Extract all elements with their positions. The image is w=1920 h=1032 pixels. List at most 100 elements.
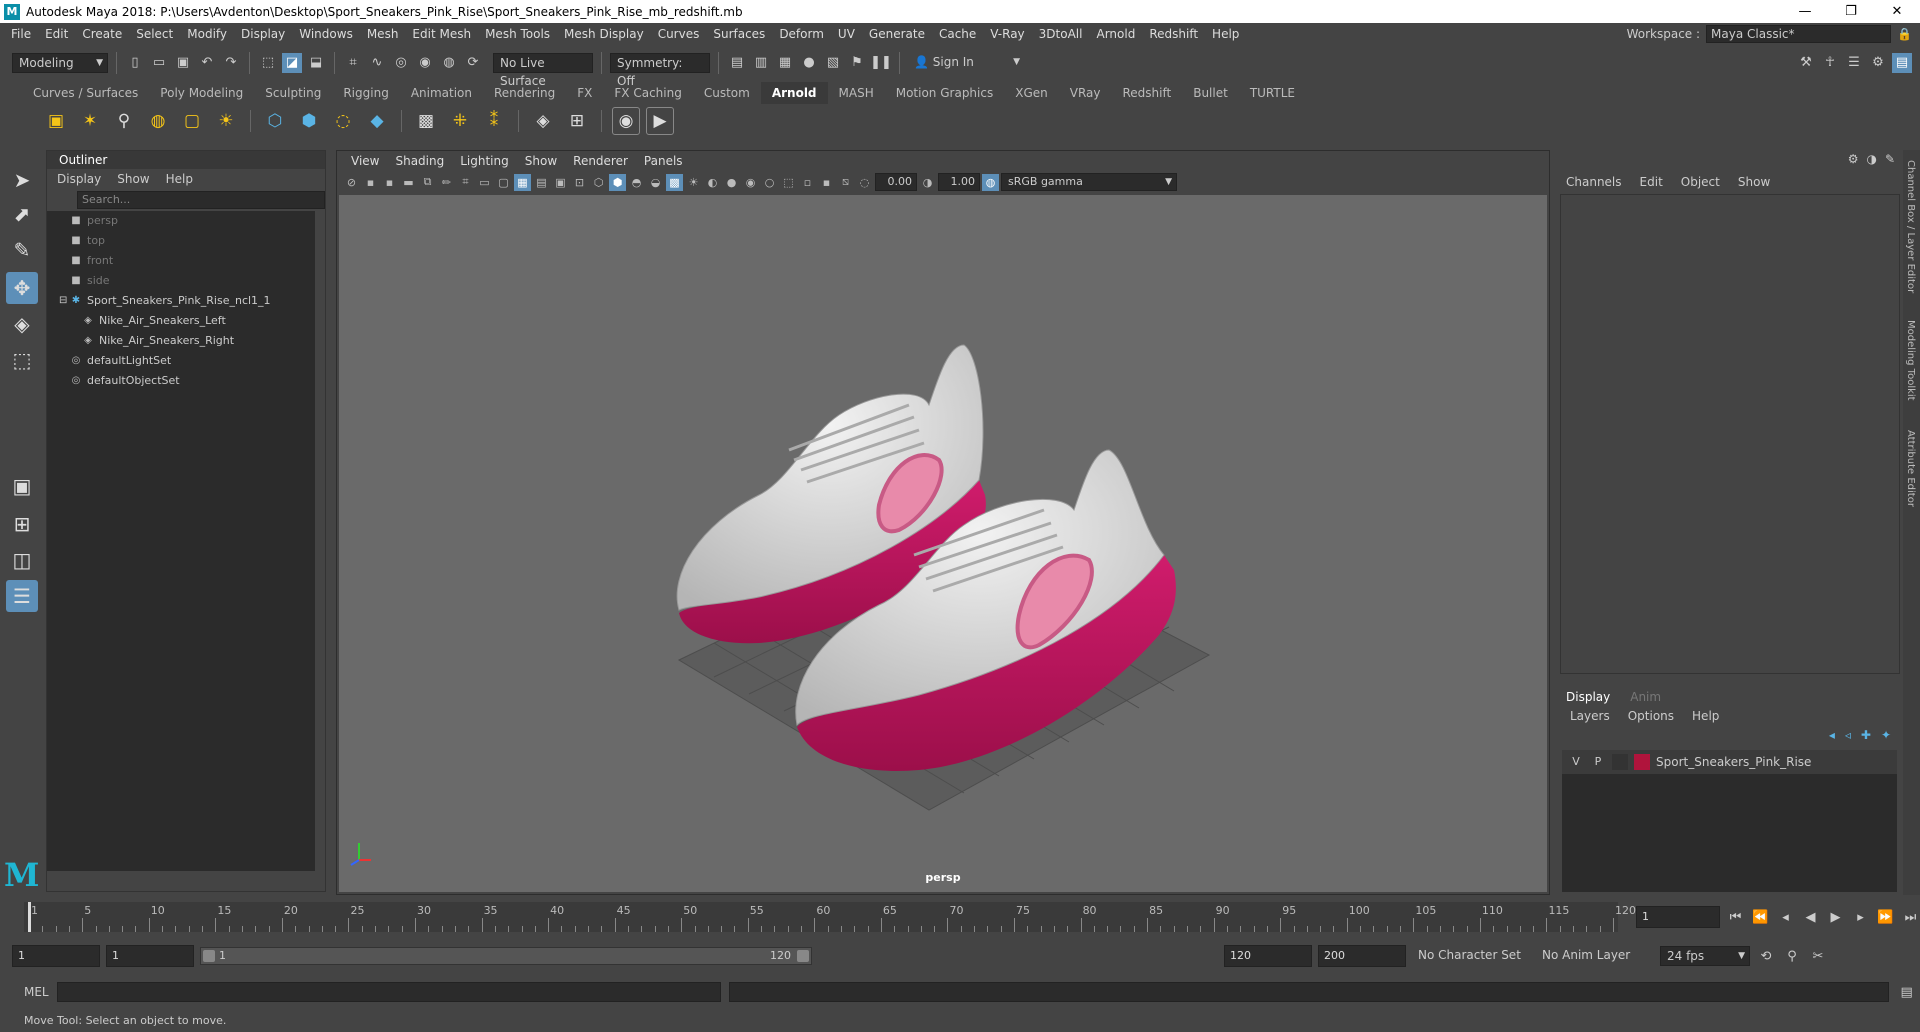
character-controls-icon[interactable]: ☥	[1820, 53, 1840, 73]
shelf-tab-sculpting[interactable]: Sculpting	[254, 82, 332, 104]
channel-box-menu-channels[interactable]: Channels	[1566, 175, 1622, 189]
single-view-icon[interactable]: ▣	[6, 470, 38, 502]
color-space-dropdown[interactable]: sRGB gamma ▼	[1001, 173, 1177, 191]
menu-mesh-display[interactable]: Mesh Display	[557, 27, 651, 41]
tool-settings-icon[interactable]: ⚙	[1868, 53, 1888, 73]
menu-surfaces[interactable]: Surfaces	[706, 27, 772, 41]
four-view-icon[interactable]: ⊞	[6, 508, 38, 540]
grid-icon[interactable]: ⌗	[457, 174, 474, 191]
shelf-tab-motion-graphics[interactable]: Motion Graphics	[885, 82, 1005, 104]
menu-create[interactable]: Create	[75, 27, 129, 41]
layer-row[interactable]: V P Sport_Sneakers_Pink_Rise	[1562, 750, 1897, 774]
exposure-field[interactable]: 0.00	[875, 173, 917, 191]
lock-icon[interactable]: 🔒	[1897, 27, 1912, 41]
area-light-icon[interactable]: ▣	[42, 107, 70, 135]
gamma-field[interactable]: 1.00	[938, 173, 980, 191]
playback-end-field[interactable]: 120	[1224, 945, 1312, 967]
viewport-menu-shading[interactable]: Shading	[387, 154, 452, 168]
live-surface-field[interactable]: No Live Surface	[493, 52, 593, 88]
time-slider[interactable]: 1 5 10 15 20 25 30 35 40 45 50 55 60 65 70 75 80 85 90 95 10…	[12, 900, 1636, 934]
menu-mesh-tools[interactable]: Mesh Tools	[478, 27, 557, 41]
shelf-tab-rigging[interactable]: Rigging	[332, 82, 399, 104]
scale-tool-icon[interactable]: ⬚	[6, 344, 38, 376]
sidebar-tab-channel-box[interactable]: Channel Box / Layer Editor	[1905, 160, 1916, 293]
outliner-item[interactable]: ◎ defaultLightSet	[47, 351, 315, 371]
layer-menu-help[interactable]: Help	[1692, 709, 1719, 723]
script-editor-icon[interactable]: ▤	[1897, 982, 1917, 1002]
modeling-toolkit-icon[interactable]: ⚒	[1796, 53, 1816, 73]
two-view-icon[interactable]: ◫	[6, 544, 38, 576]
select-object-icon[interactable]: ◪	[282, 52, 302, 73]
layer-menu-options[interactable]: Options	[1628, 709, 1674, 723]
ipr-render-icon[interactable]: ▥	[751, 53, 771, 73]
image-plane-icon[interactable]: ▬	[400, 174, 417, 191]
shelf-tab-animation[interactable]: Animation	[400, 82, 483, 104]
snap-point-icon[interactable]: ◎	[391, 53, 411, 73]
arnold-render-icon[interactable]: ▶	[646, 107, 674, 135]
color-management-icon[interactable]: ◍	[982, 173, 999, 191]
outliner-item[interactable]: ◎ defaultObjectSet	[47, 371, 315, 391]
paint-select-icon[interactable]: ✎	[6, 234, 38, 266]
sign-in-button[interactable]: 👤 Sign In ▼	[908, 53, 1024, 73]
viewport-menu-lighting[interactable]: Lighting	[452, 154, 517, 168]
shelf-tab-arnold[interactable]: Arnold	[760, 82, 828, 104]
snap-pivot-icon[interactable]: ⟳	[463, 53, 483, 73]
viewport-canvas[interactable]: persp	[339, 195, 1547, 892]
maximize-button[interactable]: ❐	[1828, 4, 1874, 19]
flush-lights-icon[interactable]: ⁜	[446, 107, 474, 135]
2d-pan-zoom-icon[interactable]: ⧉	[419, 174, 436, 191]
bookmarks-icon[interactable]: ▪	[381, 174, 398, 191]
layer-menu-layers[interactable]: Layers	[1570, 709, 1610, 723]
camera-attributes-icon[interactable]: ▪	[362, 174, 379, 191]
shelf-tab-mash[interactable]: MASH	[828, 82, 885, 104]
play-backwards-icon[interactable]: ◀	[1801, 907, 1820, 927]
menu-help[interactable]: Help	[1205, 27, 1246, 41]
snap-curve-icon[interactable]: ∿	[367, 53, 387, 73]
menu-arnold[interactable]: Arnold	[1089, 27, 1142, 41]
tx-manager-icon[interactable]: ◈	[529, 107, 557, 135]
license-manager-icon[interactable]: ⊞	[563, 107, 591, 135]
physical-sky-icon[interactable]: ☀	[212, 107, 240, 135]
xray-joints-icon[interactable]: ▪	[818, 174, 835, 191]
outliner-item[interactable]: ■ front	[47, 251, 315, 271]
textured-icon[interactable]: ▩	[666, 173, 683, 191]
menu-set-dropdown[interactable]: Modeling ▼	[12, 52, 108, 73]
menu-mesh[interactable]: Mesh	[360, 27, 406, 41]
xray-icon[interactable]: ▫	[799, 174, 816, 191]
outliner-layout-icon[interactable]: ☰	[6, 580, 38, 612]
render-icon[interactable]: ▤	[727, 53, 747, 73]
render-settings-icon[interactable]: ▦	[775, 53, 795, 73]
channel-box-icon[interactable]: ▤	[1892, 52, 1912, 73]
arnold-render-view-icon[interactable]: ◉	[612, 107, 640, 135]
safe-title-icon[interactable]: ⊡	[571, 174, 588, 191]
preferences-icon[interactable]: ✂	[1808, 946, 1828, 966]
gamma-icon[interactable]: ◑	[919, 174, 936, 191]
safe-action-icon[interactable]: ▣	[552, 174, 569, 191]
range-start-handle[interactable]	[203, 950, 215, 962]
go-to-end-icon[interactable]: ⏭	[1901, 907, 1920, 927]
curve-collector-icon[interactable]: ◌	[329, 107, 357, 135]
resolution-gate-icon[interactable]: ▢	[495, 174, 512, 191]
menu-select[interactable]: Select	[129, 27, 180, 41]
render-view-icon[interactable]: ▧	[823, 53, 843, 73]
shelf-tab-custom[interactable]: Custom	[693, 82, 761, 104]
select-tool-icon[interactable]: ➤	[6, 164, 38, 196]
undo-icon[interactable]: ↶	[197, 53, 217, 73]
channel-box-menu-edit[interactable]: Edit	[1640, 175, 1663, 189]
flush-textures-icon[interactable]: ▩	[412, 107, 440, 135]
character-set-dropdown[interactable]: No Character Set	[1412, 946, 1530, 966]
command-language-label[interactable]: MEL	[24, 985, 49, 999]
playback-start-field[interactable]: 1	[106, 945, 194, 967]
auto-key-icon[interactable]: ⚲	[1782, 946, 1802, 966]
shelf-tab-xgen[interactable]: XGen	[1004, 82, 1059, 104]
step-back-frame-icon[interactable]: ◂	[1776, 907, 1795, 927]
range-slider[interactable]: 1 120	[200, 947, 812, 965]
select-hierarchy-icon[interactable]: ⬚	[258, 53, 278, 73]
viewport-menu-panels[interactable]: Panels	[636, 154, 691, 168]
shelf-tab-poly-modeling[interactable]: Poly Modeling	[149, 82, 254, 104]
step-back-key-icon[interactable]: ⏪	[1751, 907, 1770, 927]
grease-pencil-icon[interactable]: ✏	[438, 174, 455, 191]
volume-icon[interactable]: ◆	[363, 107, 391, 135]
film-gate-icon[interactable]: ▭	[476, 174, 493, 191]
shadows-icon[interactable]: ◐	[704, 174, 721, 191]
